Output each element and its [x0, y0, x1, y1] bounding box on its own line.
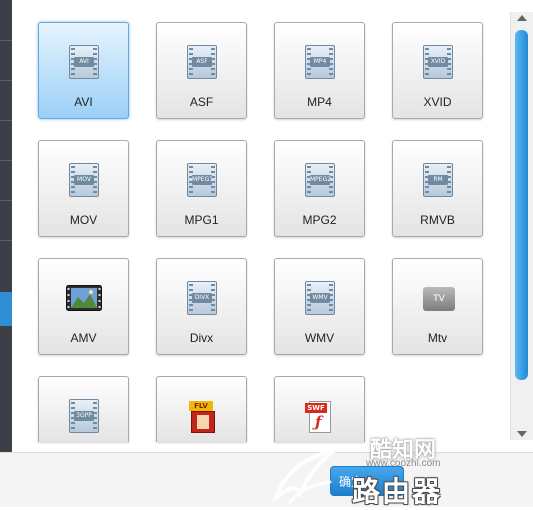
- format-tile-xvid[interactable]: XVID XVID: [392, 22, 483, 119]
- scroll-up-arrow-icon[interactable]: [517, 15, 527, 21]
- amv-landscape-film-icon: [66, 285, 102, 311]
- sidebar-strip: [0, 0, 12, 452]
- format-label: MOV: [69, 213, 98, 227]
- mpg2-film-icon: MPEG2: [305, 163, 335, 197]
- xvid-film-icon: XVID: [423, 45, 453, 79]
- sidebar-divider: [0, 240, 12, 241]
- sidebar-divider: [0, 80, 12, 81]
- format-label: AVI: [74, 95, 93, 109]
- format-badge: WMV: [310, 293, 330, 303]
- wmv-film-icon: WMV: [305, 281, 335, 315]
- sidebar-divider: [0, 40, 12, 41]
- asf-film-icon: ASF: [187, 45, 217, 79]
- divx-film-icon: DIVX: [187, 281, 217, 315]
- format-tile-wmv[interactable]: WMV WMV: [274, 258, 365, 355]
- format-tile-mov[interactable]: MOV MOV: [38, 140, 129, 237]
- format-badge: DIVX: [192, 293, 212, 303]
- format-tile-mp4[interactable]: MP4 MP4: [274, 22, 365, 119]
- format-badge: FLV: [189, 401, 213, 411]
- format-label: MP4: [307, 95, 332, 109]
- format-badge: MOV: [74, 175, 94, 185]
- format-badge: XVID: [428, 57, 448, 67]
- sidebar-item-selected[interactable]: [0, 292, 12, 326]
- format-badge: 3GPP: [74, 411, 94, 421]
- format-tile-mtv[interactable]: TV Mtv: [392, 258, 483, 355]
- format-label: Divx: [189, 331, 214, 345]
- format-label: WMV: [304, 331, 335, 345]
- 3gpp-film-icon: 3GPP: [69, 399, 99, 433]
- format-badge: TV: [433, 294, 445, 304]
- format-tile-avi[interactable]: AVI AVI: [38, 22, 129, 119]
- format-tile-3gpp[interactable]: 3GPP: [38, 376, 129, 442]
- format-badge: RM: [428, 175, 448, 185]
- dialog-footer: 确定: [0, 452, 533, 507]
- format-tile-asf[interactable]: ASF ASF: [156, 22, 247, 119]
- sidebar-divider: [0, 160, 12, 161]
- mpg1-film-icon: MPEG1: [187, 163, 217, 197]
- format-tile-rmvb[interactable]: RM RMVB: [392, 140, 483, 237]
- scroll-down-arrow-icon[interactable]: [517, 431, 527, 437]
- format-label: MPG2: [302, 213, 337, 227]
- sidebar-divider: [0, 200, 12, 201]
- avi-film-icon: AVI: [69, 45, 99, 79]
- ok-button[interactable]: 确定: [330, 466, 404, 496]
- format-badge: SWF: [305, 403, 327, 413]
- flv-film-icon: FLV: [189, 401, 217, 433]
- rmvb-film-icon: RM: [423, 163, 453, 197]
- format-tile-flv[interactable]: FLV: [156, 376, 247, 442]
- format-badge: AVI: [74, 57, 94, 67]
- format-label: ASF: [189, 95, 214, 109]
- format-grid-panel: AVI AVI ASF ASF MP4 MP4 XVID XVID MOV MO…: [12, 0, 533, 452]
- format-tile-mpg2[interactable]: MPEG2 MPG2: [274, 140, 365, 237]
- vertical-scrollbar[interactable]: [510, 12, 533, 440]
- scroll-thumb[interactable]: [515, 30, 528, 380]
- swf-flash-document-icon: SWF ƒ: [305, 399, 335, 435]
- mp4-film-icon: MP4: [305, 45, 335, 79]
- format-label: Mtv: [427, 331, 448, 345]
- format-label: RMVB: [420, 213, 455, 227]
- format-label: XVID: [423, 95, 452, 109]
- format-badge: MPEG2: [310, 175, 332, 185]
- format-badge: ASF: [192, 57, 212, 67]
- format-badge: MP4: [310, 57, 330, 67]
- format-label: MPG1: [184, 213, 219, 227]
- apple-tv-icon: TV: [423, 287, 455, 311]
- format-tile-mpg1[interactable]: MPEG1 MPG1: [156, 140, 247, 237]
- format-label: AMV: [70, 331, 97, 345]
- mov-film-icon: MOV: [69, 163, 99, 197]
- format-tile-amv[interactable]: AMV: [38, 258, 129, 355]
- format-tile-swf[interactable]: SWF ƒ: [274, 376, 365, 442]
- format-tile-divx[interactable]: DIVX Divx: [156, 258, 247, 355]
- sidebar-divider: [0, 120, 12, 121]
- format-badge: MPEG1: [192, 175, 214, 185]
